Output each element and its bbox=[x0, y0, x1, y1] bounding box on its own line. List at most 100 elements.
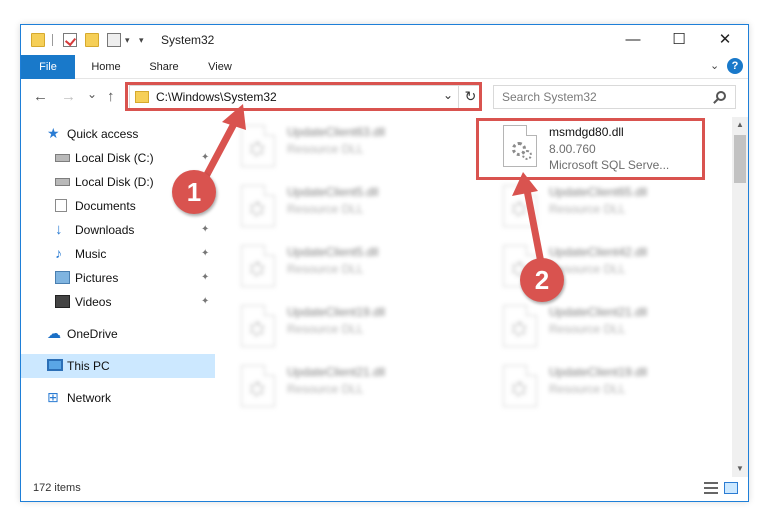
minimize-button[interactable]: — bbox=[610, 25, 656, 55]
dll-file-icon bbox=[241, 305, 275, 347]
sidebar-item-label: Local Disk (C:) bbox=[75, 151, 154, 165]
file-name: UpdateClient21.dll bbox=[287, 365, 386, 379]
sidebar-item-pictures[interactable]: Pictures ✦ bbox=[21, 266, 215, 290]
file-type: Resource DLL bbox=[549, 382, 626, 396]
file-tile[interactable]: UpdateClient21.dll Resource DLL bbox=[233, 361, 473, 419]
file-type: Resource DLL bbox=[287, 382, 364, 396]
pin-icon[interactable]: ✦ bbox=[201, 290, 209, 314]
dll-file-icon bbox=[241, 185, 275, 227]
recent-locations-button[interactable]: ⌄ bbox=[87, 87, 97, 101]
tiles-view-icon[interactable] bbox=[724, 482, 738, 494]
file-name: UpdateClient63.dll bbox=[287, 125, 386, 139]
pictures-icon bbox=[55, 271, 70, 284]
gear-icon bbox=[250, 322, 264, 336]
downloads-icon: ↓ bbox=[55, 221, 63, 238]
step-badge-2: 2 bbox=[520, 258, 564, 302]
music-icon: ♪ bbox=[55, 245, 62, 261]
tab-view[interactable]: View bbox=[195, 55, 245, 79]
sidebar-item-downloads[interactable]: ↓ Downloads ✦ bbox=[21, 218, 215, 242]
videos-icon bbox=[55, 295, 70, 308]
search-input[interactable] bbox=[502, 89, 702, 105]
file-highlight bbox=[476, 118, 705, 180]
sidebar-item-label: Network bbox=[67, 391, 112, 405]
chevron-down-icon[interactable]: ▾ bbox=[125, 33, 139, 47]
sidebar-item-videos[interactable]: Videos ✦ bbox=[21, 290, 215, 314]
file-tile[interactable]: UpdateClient19.dll Resource DLL bbox=[495, 361, 733, 419]
pin-icon[interactable]: ✦ bbox=[201, 218, 209, 242]
file-type: Resource DLL bbox=[287, 262, 364, 276]
pin-icon[interactable]: ✦ bbox=[201, 242, 209, 266]
title-bar: ▾ ▾ System32 — ☐ ✕ bbox=[21, 25, 748, 55]
step-badge-1: 1 bbox=[172, 170, 216, 214]
file-name: UpdateClient5.dll bbox=[287, 245, 379, 259]
file-type: Resource DLL bbox=[549, 322, 626, 336]
tab-file[interactable]: File bbox=[21, 55, 75, 79]
customize-toolbar-icon[interactable]: ▾ bbox=[139, 33, 153, 47]
file-name: UpdateClient65.dll bbox=[549, 185, 648, 199]
new-folder-icon[interactable] bbox=[85, 33, 99, 47]
sidebar-item-music[interactable]: ♪ Music ✦ bbox=[21, 242, 215, 266]
dll-file-icon bbox=[503, 365, 537, 407]
dll-file-icon bbox=[503, 305, 537, 347]
maximize-button[interactable]: ☐ bbox=[656, 25, 702, 55]
dll-file-icon bbox=[241, 365, 275, 407]
folder-icon[interactable] bbox=[31, 33, 45, 47]
file-name: UpdateClient5.dll bbox=[287, 185, 379, 199]
properties-check-icon[interactable] bbox=[63, 33, 77, 47]
file-tile[interactable]: UpdateClient5.dll Resource DLL bbox=[233, 241, 473, 299]
file-type: Resource DLL bbox=[287, 142, 364, 156]
sidebar-item-network[interactable]: ⊞ Network bbox=[21, 386, 215, 410]
sidebar-item-label: Documents bbox=[75, 199, 136, 213]
dll-file-icon bbox=[503, 185, 537, 227]
tab-home[interactable]: Home bbox=[81, 55, 131, 79]
quick-access-star-icon: ★ bbox=[47, 125, 60, 141]
forward-button[interactable]: → bbox=[61, 88, 76, 105]
file-tile[interactable]: UpdateClient65.dll Resource DLL bbox=[495, 181, 733, 239]
file-type: Resource DLL bbox=[549, 202, 626, 216]
back-button[interactable]: ← bbox=[33, 88, 48, 105]
scroll-down-arrow-icon[interactable]: ▼ bbox=[732, 461, 748, 477]
dll-file-icon bbox=[241, 245, 275, 287]
search-icon[interactable] bbox=[716, 91, 726, 101]
file-tile[interactable]: UpdateClient5.dll Resource DLL bbox=[233, 181, 473, 239]
file-tile[interactable]: UpdateClient63.dll Resource DLL bbox=[233, 121, 473, 179]
separator bbox=[52, 34, 53, 46]
pin-icon[interactable]: ✦ bbox=[201, 266, 209, 290]
help-icon[interactable]: ? bbox=[727, 58, 743, 74]
sidebar-item-this-pc[interactable]: This PC bbox=[21, 354, 215, 378]
file-tile[interactable]: UpdateClient19.dll Resource DLL bbox=[233, 301, 473, 359]
sidebar-item-local-disk-c[interactable]: Local Disk (C:) ✦ bbox=[21, 146, 215, 170]
gear-icon bbox=[250, 202, 264, 216]
quick-access-customize-icon[interactable] bbox=[107, 33, 121, 47]
documents-icon bbox=[55, 199, 67, 212]
gear-icon bbox=[512, 322, 526, 336]
sidebar-item-label: Videos bbox=[75, 295, 112, 309]
this-pc-icon bbox=[47, 359, 63, 371]
vertical-scrollbar[interactable]: ▲ ▼ bbox=[732, 117, 748, 477]
file-tile[interactable]: UpdateClient21.dll Resource DLL bbox=[495, 301, 733, 359]
ribbon-tabs: File Home Share View ⌄ ? bbox=[21, 55, 748, 79]
search-box[interactable] bbox=[493, 85, 736, 109]
close-button[interactable]: ✕ bbox=[702, 25, 748, 55]
scrollbar-thumb[interactable] bbox=[734, 135, 746, 183]
pin-icon[interactable]: ✦ bbox=[201, 146, 209, 170]
sidebar-item-label: Pictures bbox=[75, 271, 119, 285]
local-disk-icon bbox=[55, 178, 70, 186]
scroll-up-arrow-icon[interactable]: ▲ bbox=[732, 117, 748, 133]
gear-icon bbox=[250, 262, 264, 276]
sidebar-item-label: Local Disk (D:) bbox=[75, 175, 154, 189]
sidebar-item-label: OneDrive bbox=[67, 327, 118, 341]
sidebar-item-onedrive[interactable]: ☁ OneDrive bbox=[21, 322, 215, 346]
details-view-icon[interactable] bbox=[704, 482, 718, 494]
sidebar-item-label: Music bbox=[75, 247, 107, 261]
file-name: UpdateClient19.dll bbox=[287, 305, 386, 319]
address-bar-highlight bbox=[125, 82, 482, 111]
tab-share[interactable]: Share bbox=[139, 55, 189, 79]
expand-ribbon-chevron-icon[interactable]: ⌄ bbox=[710, 59, 719, 72]
gear-icon bbox=[512, 202, 526, 216]
up-button[interactable]: ↑ bbox=[107, 88, 115, 105]
sidebar-item-label: This PC bbox=[67, 359, 110, 373]
window-title: System32 bbox=[161, 33, 215, 47]
gear-icon bbox=[250, 382, 264, 396]
sidebar-item-quick-access[interactable]: ★ Quick access bbox=[21, 122, 215, 146]
